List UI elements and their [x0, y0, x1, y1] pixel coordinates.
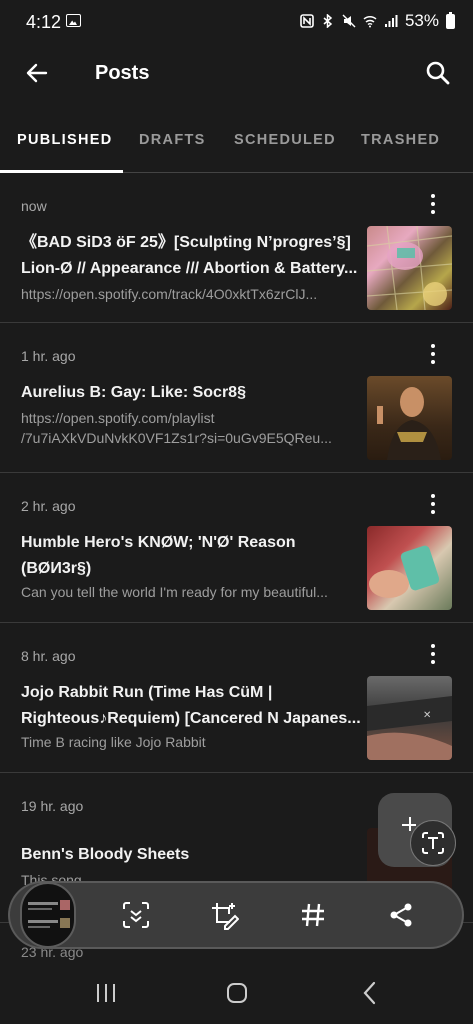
battery-percent: 53%: [404, 11, 439, 30]
post-time: 2 hr. ago: [21, 498, 76, 514]
tab-published[interactable]: PUBLISHED: [17, 132, 113, 148]
crop-draw-icon: [212, 903, 239, 930]
tab-scheduled[interactable]: SCHEDULED: [234, 132, 336, 148]
more-options-button[interactable]: [421, 492, 445, 516]
post-excerpt: https://open.spotify.com/playlist /7u7iA…: [21, 408, 361, 448]
post-excerpt: Can you tell the world I'm ready for my …: [21, 582, 361, 602]
system-back-button[interactable]: [350, 976, 390, 1010]
post-thumbnail: ✕: [367, 676, 452, 760]
post-excerpt-line: https://open.spotify.com/playlist: [21, 410, 215, 426]
tab-trashed[interactable]: TRASHED: [361, 132, 440, 148]
hashtag-button[interactable]: [295, 897, 331, 933]
more-options-button[interactable]: [421, 192, 445, 216]
recent-apps-button[interactable]: [86, 976, 126, 1010]
page-title: Posts: [95, 62, 150, 84]
search-button[interactable]: [419, 54, 457, 92]
post-thumbnail: [367, 226, 452, 310]
post-thumbnail: [367, 526, 452, 610]
nfc-icon: [300, 14, 314, 28]
bluetooth-icon: [323, 14, 333, 28]
post-title-line: Jojo Rabbit Run (Time Has CüM |: [21, 684, 273, 701]
plus-icon-bar: [402, 824, 416, 826]
post-title-line: Aurelius B: Gay: Like: Socr8§: [21, 384, 246, 401]
post-time: 8 hr. ago: [21, 648, 76, 664]
post-excerpt-line: Can you tell the world I'm ready for my …: [21, 584, 328, 600]
post-time: 1 hr. ago: [21, 348, 76, 364]
arrow-left-icon: [26, 63, 48, 83]
post-tabs: PUBLISHED DRAFTS SCHEDULED TRASHED: [0, 118, 473, 173]
post-time: now: [21, 198, 47, 214]
scroll-capture-button[interactable]: [118, 897, 154, 933]
screenshot-preview[interactable]: [20, 882, 76, 948]
status-time: 4:12: [26, 12, 62, 32]
thumbnail-image: ✕: [367, 696, 452, 760]
share-icon: [390, 903, 412, 927]
post-excerpt-line: https://open.spotify.com/track/4O0xktTx6…: [21, 286, 318, 302]
post-title: Benn's Bloody Sheets: [21, 842, 361, 868]
post-title-line: Righteous♪Requiem) [Cancered N Japanes..…: [21, 710, 361, 727]
gallery-notification-icon: [66, 14, 81, 27]
text-extract-icon: [422, 832, 444, 854]
home-button[interactable]: [217, 976, 257, 1010]
status-bar: 4:12 53%: [0, 0, 473, 44]
tab-drafts[interactable]: DRAFTS: [139, 132, 206, 148]
post-title: Humble Hero's KNØW; 'N'Ø' Reason (BØИ3r§…: [21, 530, 361, 582]
more-options-button[interactable]: [421, 342, 445, 366]
post-title: Jojo Rabbit Run (Time Has CüM | Righteou…: [21, 680, 361, 732]
post-item[interactable]: 8 hr. ago Jojo Rabbit Run (Time Has CüM …: [0, 622, 473, 773]
post-excerpt-line: /7u7iAXkVDuNvkK0VF1Zs1r?si=0uGv9E5QReu..…: [21, 430, 332, 446]
thumbnail-image: [377, 387, 441, 460]
share-button[interactable]: [383, 897, 419, 933]
post-title: 《BAD SiD3 öF 25》[Sculpting N’progres’§] …: [21, 230, 361, 282]
chevron-left-icon: [363, 981, 376, 1005]
hashtag-icon: [302, 903, 324, 927]
mute-icon: [342, 14, 356, 28]
thumbnail-image: [367, 226, 452, 310]
more-options-button[interactable]: [421, 642, 445, 666]
post-title-line: Benn's Bloody Sheets: [21, 846, 190, 863]
post-title-line: (BØИ3r§): [21, 560, 92, 577]
post-excerpt: https://open.spotify.com/track/4O0xktTx6…: [21, 284, 361, 304]
screenshot-thumbnail: [28, 900, 70, 928]
text-scan-button[interactable]: [410, 820, 456, 866]
post-item[interactable]: now 《BAD SiD3 öF 25》[Sculpting N’progres…: [0, 172, 473, 323]
home-icon: [227, 983, 247, 1003]
thumbnail-image: [369, 545, 440, 598]
post-excerpt: Time B racing like Jojo Rabbit: [21, 732, 361, 752]
edit-screenshot-button[interactable]: [206, 897, 242, 933]
back-button[interactable]: [18, 54, 56, 92]
post-title: Aurelius B: Gay: Like: Socr8§: [21, 380, 361, 406]
signal-icon: [384, 15, 398, 27]
wifi-icon: [363, 15, 377, 28]
post-title-line: Humble Hero's KNØW; 'N'Ø' Reason: [21, 534, 296, 551]
app-bar: Posts: [0, 44, 473, 102]
recent-apps-icon: [97, 984, 115, 1002]
post-title-line: 《BAD SiD3 öF 25》[Sculpting N’progres’§]: [21, 234, 351, 251]
battery-icon: [446, 11, 455, 29]
post-item[interactable]: 1 hr. ago Aurelius B: Gay: Like: Socr8§ …: [0, 322, 473, 473]
post-title-line: Lion-Ø // Appearance /// Abortion & Batt…: [21, 260, 358, 277]
screenshot-toolbar: [10, 882, 462, 948]
post-item[interactable]: 2 hr. ago Humble Hero's KNØW; 'N'Ø' Reas…: [0, 472, 473, 623]
search-icon: [426, 61, 450, 85]
post-excerpt-line: Time B racing like Jojo Rabbit: [21, 734, 206, 750]
system-nav-bar: [0, 960, 473, 1024]
post-thumbnail: [367, 376, 452, 460]
scroll-capture-icon: [123, 902, 149, 928]
svg-text:✕: ✕: [423, 710, 431, 721]
post-time: 19 hr. ago: [21, 798, 84, 814]
